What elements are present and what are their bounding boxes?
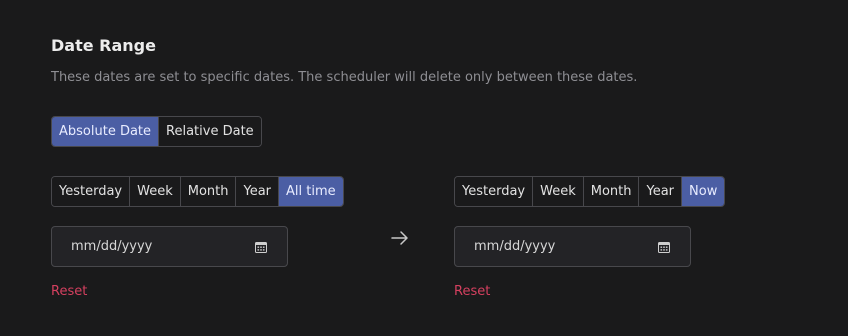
section-title: Date Range	[51, 36, 156, 55]
end-preset-now[interactable]: Now	[681, 177, 725, 206]
start-preset-week[interactable]: Week	[129, 177, 180, 206]
end-preset-year[interactable]: Year	[638, 177, 682, 206]
calendar-icon[interactable]	[658, 241, 670, 253]
relative-date-option[interactable]: Relative Date	[158, 117, 261, 146]
calendar-icon[interactable]	[255, 241, 267, 253]
absolute-date-option[interactable]: Absolute Date	[52, 117, 159, 146]
start-date-placeholder: mm/dd/yyyy	[71, 239, 153, 254]
arrow-right-icon	[390, 228, 410, 248]
end-date-field[interactable]: mm/dd/yyyy	[454, 226, 691, 267]
start-preset-all-time[interactable]: All time	[278, 177, 343, 206]
section-description: These dates are set to specific dates. T…	[51, 70, 638, 85]
start-preset-month[interactable]: Month	[179, 177, 236, 206]
end-preset-yesterday[interactable]: Yesterday	[455, 177, 533, 206]
start-preset-yesterday[interactable]: Yesterday	[52, 177, 130, 206]
date-range-panel: Date Range These dates are set to specif…	[0, 0, 848, 336]
start-preset-group: Yesterday Week Month Year All time	[51, 176, 344, 207]
end-reset-link[interactable]: Reset	[454, 284, 490, 299]
start-date-field[interactable]: mm/dd/yyyy	[51, 226, 288, 267]
end-preset-week[interactable]: Week	[532, 177, 583, 206]
end-preset-group: Yesterday Week Month Year Now	[454, 176, 726, 207]
end-preset-month[interactable]: Month	[582, 177, 639, 206]
end-date-placeholder: mm/dd/yyyy	[474, 239, 556, 254]
date-mode-toggle: Absolute Date Relative Date	[51, 116, 262, 147]
start-reset-link[interactable]: Reset	[51, 284, 87, 299]
start-preset-year[interactable]: Year	[235, 177, 279, 206]
